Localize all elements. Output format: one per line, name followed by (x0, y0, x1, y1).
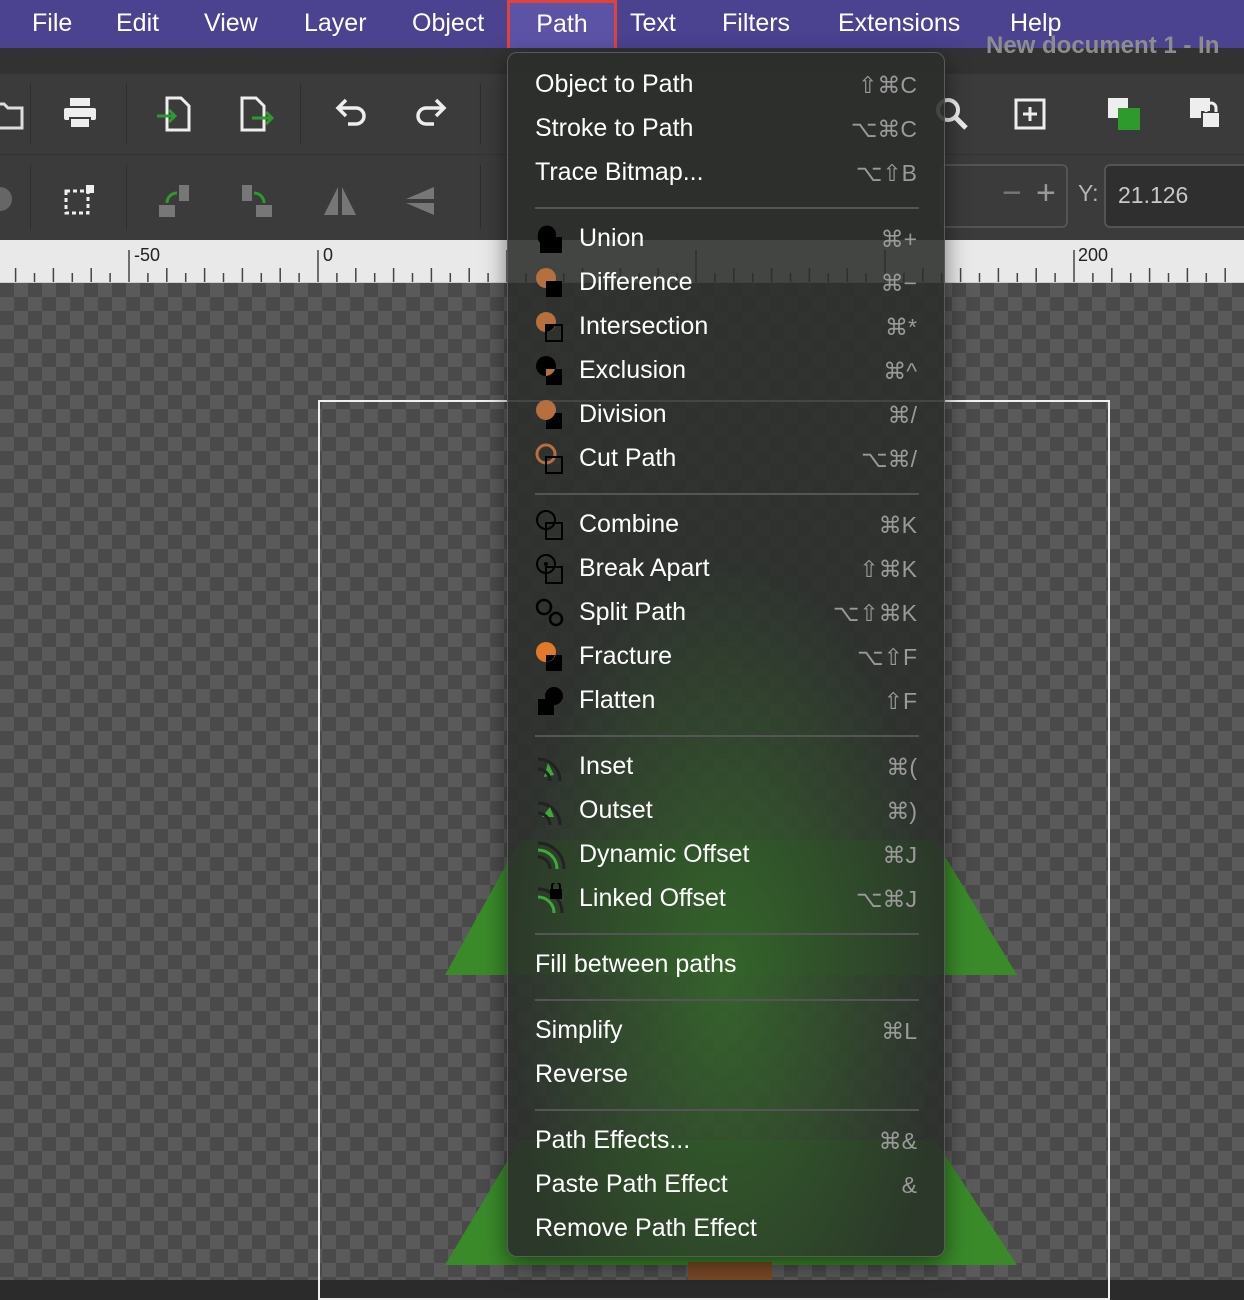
split-path-icon (535, 598, 564, 627)
flatten-icon (538, 687, 563, 715)
menu-separator (535, 735, 919, 737)
menu-separator (535, 207, 919, 209)
menu-item-shortcut: ⌥⌘/ (861, 446, 917, 472)
menu-item-shortcut: ⌘J (882, 842, 918, 868)
menu-item-label: Inset (579, 752, 634, 780)
menu-item-shortcut: ⇧⌘C (858, 72, 917, 98)
menu-item-label: Reverse (535, 1060, 629, 1088)
menu-item-cut-path[interactable]: Cut Path ⌥⌘/ (508, 439, 944, 479)
outset-icon (537, 801, 562, 826)
menu-item-simplify[interactable]: Simplify ⌘L (508, 1011, 944, 1051)
menu-item-dynamic-offset[interactable]: Dynamic Offset ⌘J (508, 835, 944, 875)
menu-separator (535, 999, 919, 1001)
menu-item-label: Dynamic Offset (579, 840, 750, 868)
fracture-icon (536, 642, 562, 671)
menu-item-split-path[interactable]: Split Path ⌥⇧⌘K (508, 593, 944, 633)
inset-icon (537, 757, 562, 782)
menu-item-label: Combine (579, 510, 680, 538)
menu-item-path-effects[interactable]: Path Effects... ⌘& (508, 1121, 944, 1161)
menu-item-label: Exclusion (579, 356, 686, 384)
menu-item-label: Trace Bitmap... (535, 158, 704, 186)
menu-item-fill-between-paths[interactable]: Fill between paths (508, 945, 944, 985)
menu-item-label: Stroke to Path (535, 114, 694, 142)
cut-path-icon (535, 443, 563, 474)
union-icon (537, 225, 562, 253)
menu-separator (535, 1109, 919, 1111)
menu-item-label: Split Path (579, 598, 687, 626)
menu-item-label: Linked Offset (579, 884, 726, 912)
menu-item-label: Remove Path Effect (535, 1214, 757, 1242)
menu-item-label: Fill between paths (535, 950, 737, 978)
menu-item-shortcut: ⌘) (886, 798, 917, 824)
menu-separator (535, 493, 919, 495)
menu-item-shortcut: ⌥⌘J (855, 886, 917, 912)
menu-item-outset[interactable]: Outset ⌘) (508, 791, 944, 831)
intersection-icon (536, 312, 563, 342)
menu-item-label: Fracture (579, 642, 673, 670)
menu-item-union[interactable]: Union ⌘+ (508, 219, 944, 259)
menu-item-remove-path-effect[interactable]: Remove Path Effect (508, 1209, 944, 1249)
menu-item-inset[interactable]: Inset ⌘( (508, 747, 944, 787)
menu-item-label: Path Effects... (535, 1126, 691, 1154)
menu-item-shortcut: ⌥⌘C (850, 116, 917, 142)
difference-icon (536, 268, 562, 297)
menu-item-combine[interactable]: Combine ⌘K (508, 505, 944, 545)
menu-item-shortcut: ⌘/ (887, 402, 917, 428)
menu-item-shortcut: ⇧F (883, 688, 917, 714)
menu-item-label: Difference (579, 268, 693, 296)
menu-item-label: Division (579, 400, 667, 428)
combine-icon (536, 510, 563, 540)
menu-item-shortcut: ⌥⇧F (857, 644, 917, 670)
menu-item-label: Simplify (535, 1016, 623, 1044)
menu-item-shortcut: ⌘& (878, 1128, 917, 1154)
menu-separator (535, 933, 919, 935)
menu-item-label: Paste Path Effect (535, 1170, 728, 1198)
menu-item-shortcut: ⌥⇧B (855, 160, 917, 186)
menu-item-label: Flatten (579, 686, 656, 714)
menu-item-fracture[interactable]: Fracture ⌥⇧F (508, 637, 944, 677)
menu-item-label: Intersection (579, 312, 709, 340)
menu-item-label: Union (579, 224, 645, 252)
menu-item-label: Outset (579, 796, 653, 824)
menu-item-label: Cut Path (579, 444, 677, 472)
menu-item-shortcut: ⌘+ (880, 226, 917, 252)
menu-item-shortcut: ⌥⇧⌘K (832, 600, 917, 626)
menu-item-paste-path-effect[interactable]: Paste Path Effect & (508, 1165, 944, 1205)
division-icon (536, 400, 562, 429)
menu-item-shortcut: ⌘− (880, 270, 917, 296)
menu-item-division[interactable]: Division ⌘/ (508, 395, 944, 435)
menu-item-shortcut: ⌘^ (883, 358, 917, 384)
menu-item-exclusion[interactable]: Exclusion ⌘^ (508, 351, 944, 391)
linked-offset-icon (537, 883, 564, 914)
menu-item-shortcut: ⌘K (878, 512, 917, 538)
path-menu: Object to Path ⇧⌘C Stroke to Path ⌥⌘C Trace … (507, 52, 945, 1257)
menu-item-object-to-path[interactable]: Object to Path ⇧⌘C (508, 65, 944, 105)
menu-item-difference[interactable]: Difference ⌘− (508, 263, 944, 303)
menu-item-shortcut: ⌘( (886, 754, 917, 780)
menu-item-shortcut: ⌘L (881, 1018, 917, 1044)
menu-item-shortcut: ⇧⌘K (859, 556, 917, 582)
break-apart-icon (536, 554, 563, 584)
dynamic-offset-icon (537, 841, 566, 870)
menu-item-break-apart[interactable]: Break Apart ⇧⌘K (508, 549, 944, 589)
menu-item-trace-bitmap[interactable]: Trace Bitmap... ⌥⇧B (508, 153, 944, 193)
menu-item-flatten[interactable]: Flatten ⇧F (508, 681, 944, 721)
exclusion-icon (536, 356, 562, 385)
menu-item-stroke-to-path[interactable]: Stroke to Path ⌥⌘C (508, 109, 944, 149)
menu-item-label: Object to Path (535, 70, 694, 98)
menu-item-label: Break Apart (579, 554, 710, 582)
menu-item-shortcut: ⌘* (885, 314, 917, 340)
menu-item-shortcut: & (901, 1172, 917, 1198)
menu-item-intersection[interactable]: Intersection ⌘* (508, 307, 944, 347)
menu-item-reverse[interactable]: Reverse (508, 1055, 944, 1095)
menu-item-linked-offset[interactable]: Linked Offset ⌥⌘J (508, 879, 944, 919)
